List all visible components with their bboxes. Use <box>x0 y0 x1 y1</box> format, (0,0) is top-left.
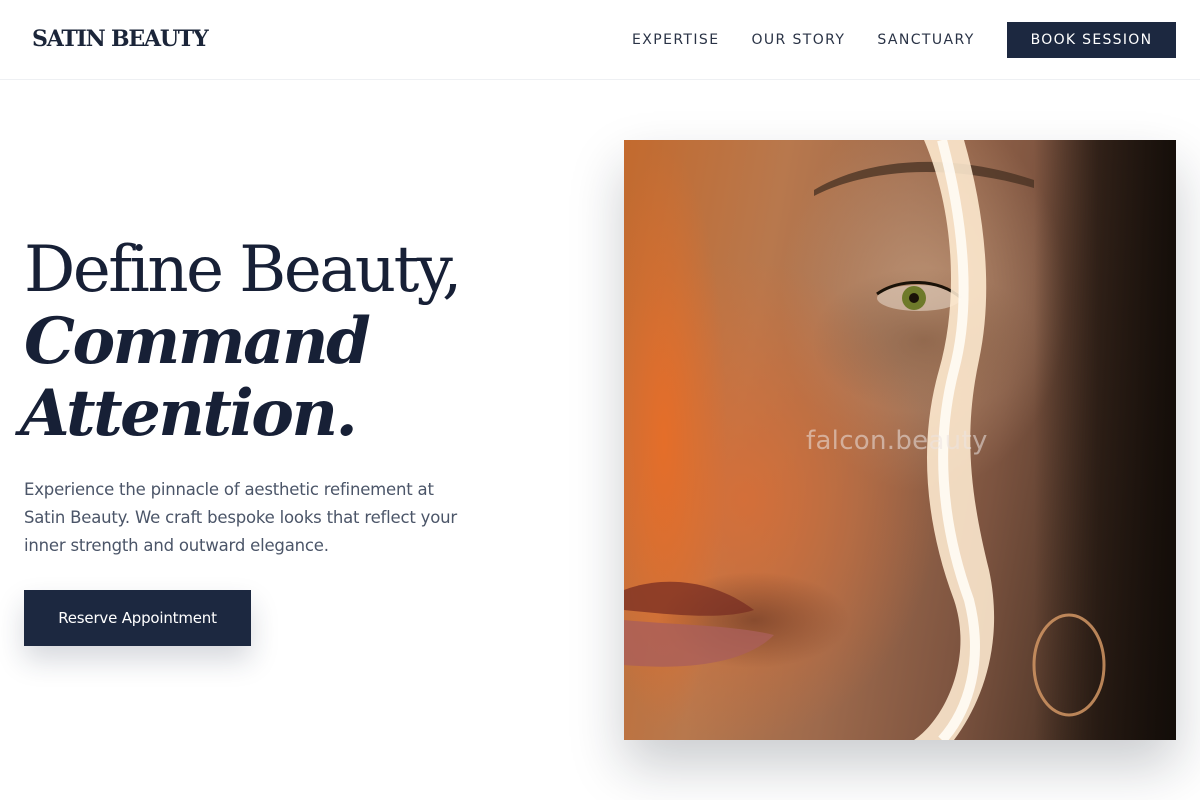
main-nav: EXPERTISE OUR STORY SANCTUARY <box>632 31 975 49</box>
hero-portrait-image: falcon.beauty <box>624 140 1176 740</box>
brand-logo[interactable]: SATIN BEAUTY <box>32 26 209 52</box>
site-header: SATIN BEAUTY EXPERTISE OUR STORY SANCTUA… <box>0 0 1200 80</box>
book-session-button[interactable]: BOOK SESSION <box>1007 22 1176 58</box>
hero-title-line-3: Attention. <box>20 376 358 451</box>
nav-link-expertise[interactable]: EXPERTISE <box>632 31 719 49</box>
lips-shape <box>624 581 774 667</box>
image-watermark: falcon.beauty <box>806 426 988 456</box>
hoop-earring <box>1032 613 1106 717</box>
hero-title-line-2: Command <box>24 304 371 379</box>
hero-title: Define Beauty, Command Attention. <box>20 233 584 450</box>
nav-link-our-story[interactable]: OUR STORY <box>751 31 845 49</box>
nav-link-sanctuary[interactable]: SANCTUARY <box>877 31 974 49</box>
reserve-appointment-button[interactable]: Reserve Appointment <box>24 590 251 646</box>
hero-title-line-1: Define Beauty, <box>24 233 462 307</box>
hero-description: Experience the pinnacle of aesthetic ref… <box>24 480 457 555</box>
